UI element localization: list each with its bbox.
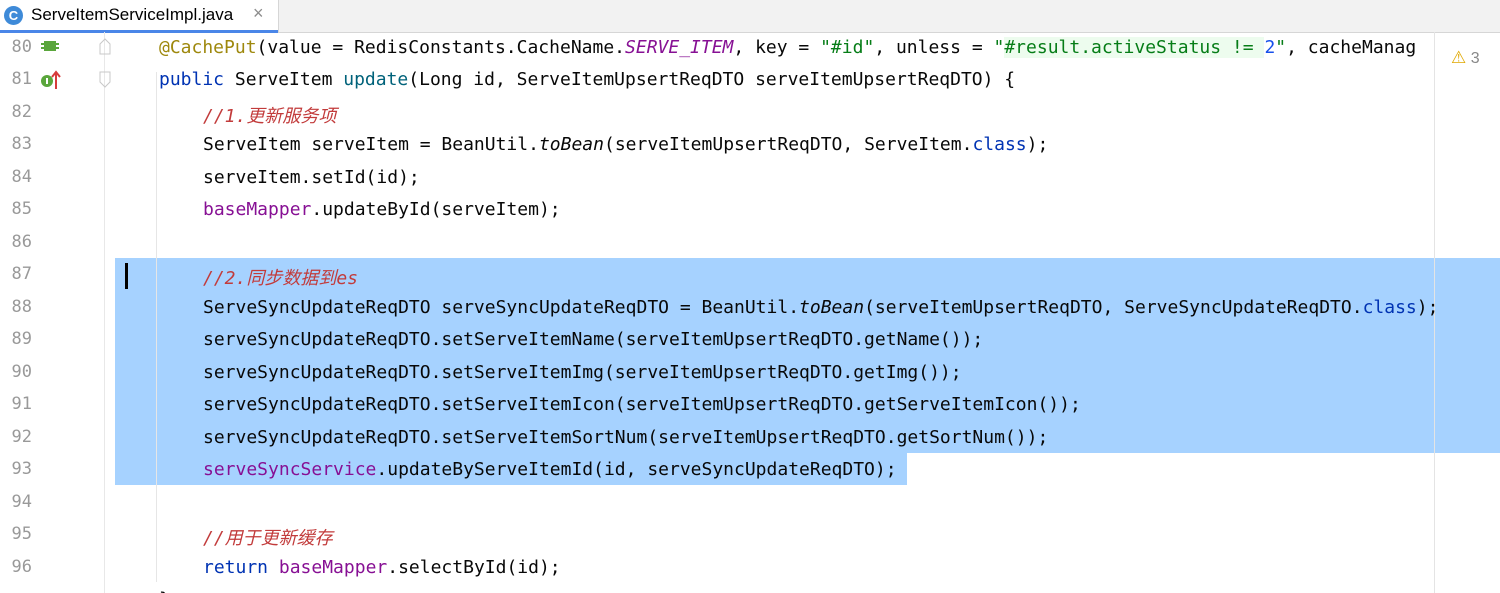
code-text: serveSyncService.updateByServeItemId(id,… [203, 459, 897, 480]
editor-tab-bar: C ServeItemServiceImpl.java × [0, 0, 1500, 33]
code-line[interactable]: 94 [0, 487, 1500, 519]
line-number: 88 [11, 297, 32, 317]
code-text: baseMapper.updateById(serveItem); [203, 199, 561, 220]
code-text: public ServeItem update(Long id, ServeIt… [159, 69, 1016, 90]
line-number: 96 [11, 557, 32, 577]
editor-tab-serveitemserviceimpl[interactable]: C ServeItemServiceImpl.java × [0, 0, 279, 33]
code-line[interactable]: 87 //2.同步数据到es [0, 259, 1500, 291]
code-line[interactable]: 83 ServeItem serveItem = BeanUtil.toBean… [0, 129, 1500, 161]
code-text: @CachePut(value = RedisConstants.CacheNa… [159, 37, 1417, 58]
line-number: 86 [11, 232, 32, 252]
code-line[interactable]: 82 //1.更新服务项 [0, 97, 1500, 129]
line-number: 85 [11, 199, 32, 219]
code-comment: //1.更新服务项 [203, 106, 337, 127]
java-class-icon: C [4, 6, 23, 25]
code-comment: //2.同步数据到es [203, 268, 359, 289]
code-line[interactable]: 93 serveSyncService.updateByServeItemId(… [0, 454, 1500, 486]
code-text: serveSyncUpdateReqDTO.setServeItemName(s… [203, 329, 984, 350]
code-text: } [159, 589, 170, 593]
line-number: 89 [11, 329, 32, 349]
code-text: serveItem.setId(id); [203, 167, 420, 188]
close-icon[interactable]: × [253, 3, 264, 24]
code-line[interactable]: 88 ServeSyncUpdateReqDTO serveSyncUpdate… [0, 292, 1500, 324]
code-line[interactable]: 90 serveSyncUpdateReqDTO.setServeItemImg… [0, 357, 1500, 389]
line-number: 92 [11, 427, 32, 447]
line-number: 93 [11, 459, 32, 479]
tab-label: ServeItemServiceImpl.java [31, 5, 234, 24]
line-number: 84 [11, 167, 32, 187]
code-line[interactable]: 80 @CachePut(value = RedisConstants.Cach… [0, 32, 1500, 64]
code-line[interactable]: 91 serveSyncUpdateReqDTO.setServeItemIco… [0, 389, 1500, 421]
code-line[interactable]: 86 [0, 227, 1500, 259]
code-line[interactable]: 81 public ServeItem update(Long id, Serv… [0, 64, 1500, 96]
code-text: ServeSyncUpdateReqDTO serveSyncUpdateReq… [203, 297, 1439, 318]
code-line[interactable]: 95 //用于更新缓存 [0, 519, 1500, 551]
line-number: 95 [11, 524, 32, 544]
line-number: 80 [11, 37, 32, 57]
code-line[interactable]: 85 baseMapper.updateById(serveItem); [0, 194, 1500, 226]
line-number: 82 [11, 102, 32, 122]
code-text: serveSyncUpdateReqDTO.setServeItemIcon(s… [203, 394, 1081, 415]
code-line[interactable]: } [0, 584, 1500, 593]
line-number: 90 [11, 362, 32, 382]
code-text: serveSyncUpdateReqDTO.setServeItemSortNu… [203, 427, 1049, 448]
line-number: 83 [11, 134, 32, 154]
code-text: serveSyncUpdateReqDTO.setServeItemImg(se… [203, 362, 962, 383]
line-number: 81 [11, 69, 32, 89]
code-text: return baseMapper.selectById(id); [203, 557, 561, 578]
code-line[interactable]: 84 serveItem.setId(id); [0, 162, 1500, 194]
code-line[interactable]: 96 return baseMapper.selectById(id); [0, 552, 1500, 584]
code-line[interactable]: 89 serveSyncUpdateReqDTO.setServeItemNam… [0, 324, 1500, 356]
line-number: 87 [11, 264, 32, 284]
code-comment: //用于更新缓存 [203, 528, 333, 549]
line-number: 91 [11, 394, 32, 414]
code-line[interactable]: 92 serveSyncUpdateReqDTO.setServeItemSor… [0, 422, 1500, 454]
line-number: 94 [11, 492, 32, 512]
text-caret [125, 263, 128, 289]
code-editor[interactable]: ⚠ 3 80 @CachePut(value = RedisConstants.… [0, 32, 1500, 593]
code-text: ServeItem serveItem = BeanUtil.toBean(se… [203, 134, 1049, 155]
